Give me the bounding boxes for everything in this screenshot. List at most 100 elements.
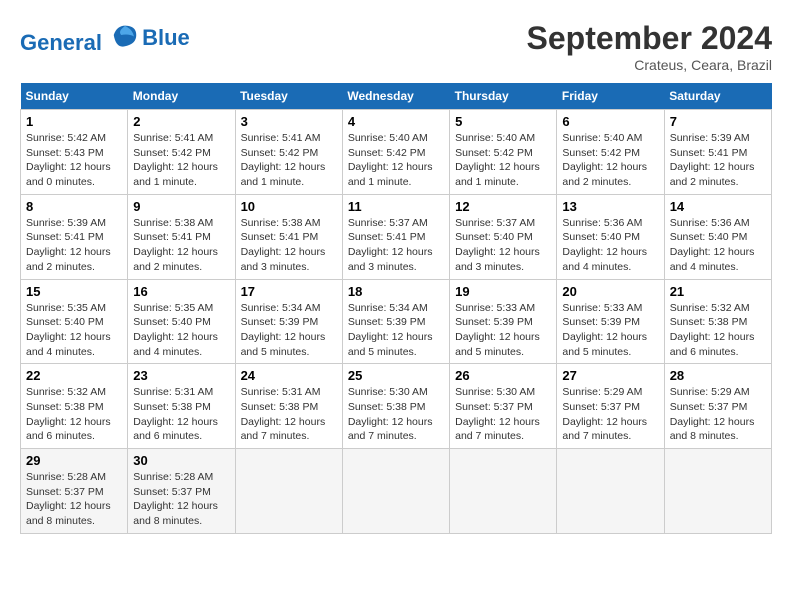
calendar-cell [450,449,557,534]
day-info: Sunrise: 5:35 AM Sunset: 5:40 PM Dayligh… [133,301,229,360]
day-number: 2 [133,114,229,129]
calendar-cell: 4 Sunrise: 5:40 AM Sunset: 5:42 PM Dayli… [342,110,449,195]
calendar-cell: 26 Sunrise: 5:30 AM Sunset: 5:37 PM Dayl… [450,364,557,449]
day-info: Sunrise: 5:30 AM Sunset: 5:37 PM Dayligh… [455,385,551,444]
day-info: Sunrise: 5:35 AM Sunset: 5:40 PM Dayligh… [26,301,122,360]
day-info: Sunrise: 5:28 AM Sunset: 5:37 PM Dayligh… [133,470,229,529]
calendar-cell: 13 Sunrise: 5:36 AM Sunset: 5:40 PM Dayl… [557,194,664,279]
day-number: 29 [26,453,122,468]
day-number: 14 [670,199,766,214]
day-info: Sunrise: 5:40 AM Sunset: 5:42 PM Dayligh… [348,131,444,190]
calendar-cell [664,449,771,534]
calendar-cell: 3 Sunrise: 5:41 AM Sunset: 5:42 PM Dayli… [235,110,342,195]
calendar-cell: 11 Sunrise: 5:37 AM Sunset: 5:41 PM Dayl… [342,194,449,279]
calendar-cell: 5 Sunrise: 5:40 AM Sunset: 5:42 PM Dayli… [450,110,557,195]
calendar-cell: 20 Sunrise: 5:33 AM Sunset: 5:39 PM Dayl… [557,279,664,364]
logo-blue: Blue [142,26,190,50]
day-number: 10 [241,199,337,214]
calendar-table: Sunday Monday Tuesday Wednesday Thursday… [20,83,772,534]
calendar-cell: 16 Sunrise: 5:35 AM Sunset: 5:40 PM Dayl… [128,279,235,364]
calendar-cell: 14 Sunrise: 5:36 AM Sunset: 5:40 PM Dayl… [664,194,771,279]
day-number: 1 [26,114,122,129]
day-info: Sunrise: 5:33 AM Sunset: 5:39 PM Dayligh… [562,301,658,360]
col-thursday: Thursday [450,83,557,110]
calendar-cell: 2 Sunrise: 5:41 AM Sunset: 5:42 PM Dayli… [128,110,235,195]
day-info: Sunrise: 5:42 AM Sunset: 5:43 PM Dayligh… [26,131,122,190]
logo: General Blue [20,20,190,55]
day-info: Sunrise: 5:30 AM Sunset: 5:38 PM Dayligh… [348,385,444,444]
calendar-cell: 28 Sunrise: 5:29 AM Sunset: 5:37 PM Dayl… [664,364,771,449]
calendar-cell: 15 Sunrise: 5:35 AM Sunset: 5:40 PM Dayl… [21,279,128,364]
calendar-row: 15 Sunrise: 5:35 AM Sunset: 5:40 PM Dayl… [21,279,772,364]
day-info: Sunrise: 5:29 AM Sunset: 5:37 PM Dayligh… [670,385,766,444]
day-number: 25 [348,368,444,383]
day-number: 17 [241,284,337,299]
day-number: 24 [241,368,337,383]
col-friday: Friday [557,83,664,110]
calendar-cell: 25 Sunrise: 5:30 AM Sunset: 5:38 PM Dayl… [342,364,449,449]
calendar-row: 8 Sunrise: 5:39 AM Sunset: 5:41 PM Dayli… [21,194,772,279]
day-number: 28 [670,368,766,383]
logo-icon [110,20,140,50]
day-info: Sunrise: 5:36 AM Sunset: 5:40 PM Dayligh… [670,216,766,275]
day-info: Sunrise: 5:41 AM Sunset: 5:42 PM Dayligh… [241,131,337,190]
calendar-cell: 22 Sunrise: 5:32 AM Sunset: 5:38 PM Dayl… [21,364,128,449]
day-number: 15 [26,284,122,299]
day-number: 6 [562,114,658,129]
day-info: Sunrise: 5:41 AM Sunset: 5:42 PM Dayligh… [133,131,229,190]
day-info: Sunrise: 5:33 AM Sunset: 5:39 PM Dayligh… [455,301,551,360]
day-info: Sunrise: 5:38 AM Sunset: 5:41 PM Dayligh… [133,216,229,275]
col-sunday: Sunday [21,83,128,110]
calendar-cell: 6 Sunrise: 5:40 AM Sunset: 5:42 PM Dayli… [557,110,664,195]
col-tuesday: Tuesday [235,83,342,110]
day-number: 18 [348,284,444,299]
day-info: Sunrise: 5:40 AM Sunset: 5:42 PM Dayligh… [455,131,551,190]
calendar-cell: 12 Sunrise: 5:37 AM Sunset: 5:40 PM Dayl… [450,194,557,279]
calendar-cell: 21 Sunrise: 5:32 AM Sunset: 5:38 PM Dayl… [664,279,771,364]
calendar-cell: 23 Sunrise: 5:31 AM Sunset: 5:38 PM Dayl… [128,364,235,449]
calendar-row: 29 Sunrise: 5:28 AM Sunset: 5:37 PM Dayl… [21,449,772,534]
calendar-cell: 17 Sunrise: 5:34 AM Sunset: 5:39 PM Dayl… [235,279,342,364]
day-number: 3 [241,114,337,129]
page-header: General Blue September 2024 Crateus, Cea… [20,20,772,73]
page-wrapper: General Blue September 2024 Crateus, Cea… [20,20,772,534]
day-number: 22 [26,368,122,383]
col-monday: Monday [128,83,235,110]
day-info: Sunrise: 5:32 AM Sunset: 5:38 PM Dayligh… [26,385,122,444]
calendar-cell: 24 Sunrise: 5:31 AM Sunset: 5:38 PM Dayl… [235,364,342,449]
day-info: Sunrise: 5:34 AM Sunset: 5:39 PM Dayligh… [241,301,337,360]
calendar-cell: 7 Sunrise: 5:39 AM Sunset: 5:41 PM Dayli… [664,110,771,195]
day-info: Sunrise: 5:37 AM Sunset: 5:40 PM Dayligh… [455,216,551,275]
day-info: Sunrise: 5:31 AM Sunset: 5:38 PM Dayligh… [133,385,229,444]
calendar-cell: 8 Sunrise: 5:39 AM Sunset: 5:41 PM Dayli… [21,194,128,279]
day-number: 26 [455,368,551,383]
day-number: 5 [455,114,551,129]
day-info: Sunrise: 5:29 AM Sunset: 5:37 PM Dayligh… [562,385,658,444]
calendar-cell [235,449,342,534]
col-saturday: Saturday [664,83,771,110]
day-info: Sunrise: 5:31 AM Sunset: 5:38 PM Dayligh… [241,385,337,444]
day-info: Sunrise: 5:37 AM Sunset: 5:41 PM Dayligh… [348,216,444,275]
calendar-cell [342,449,449,534]
logo-text: General [20,20,140,55]
calendar-cell: 27 Sunrise: 5:29 AM Sunset: 5:37 PM Dayl… [557,364,664,449]
month-title: September 2024 [527,20,772,57]
day-number: 20 [562,284,658,299]
day-info: Sunrise: 5:39 AM Sunset: 5:41 PM Dayligh… [26,216,122,275]
calendar-cell: 30 Sunrise: 5:28 AM Sunset: 5:37 PM Dayl… [128,449,235,534]
day-number: 11 [348,199,444,214]
calendar-cell: 18 Sunrise: 5:34 AM Sunset: 5:39 PM Dayl… [342,279,449,364]
day-number: 27 [562,368,658,383]
day-number: 19 [455,284,551,299]
day-info: Sunrise: 5:36 AM Sunset: 5:40 PM Dayligh… [562,216,658,275]
day-number: 30 [133,453,229,468]
day-number: 12 [455,199,551,214]
day-number: 23 [133,368,229,383]
day-number: 4 [348,114,444,129]
day-info: Sunrise: 5:39 AM Sunset: 5:41 PM Dayligh… [670,131,766,190]
location: Crateus, Ceara, Brazil [527,57,772,73]
col-wednesday: Wednesday [342,83,449,110]
calendar-cell: 1 Sunrise: 5:42 AM Sunset: 5:43 PM Dayli… [21,110,128,195]
calendar-cell: 19 Sunrise: 5:33 AM Sunset: 5:39 PM Dayl… [450,279,557,364]
day-info: Sunrise: 5:38 AM Sunset: 5:41 PM Dayligh… [241,216,337,275]
